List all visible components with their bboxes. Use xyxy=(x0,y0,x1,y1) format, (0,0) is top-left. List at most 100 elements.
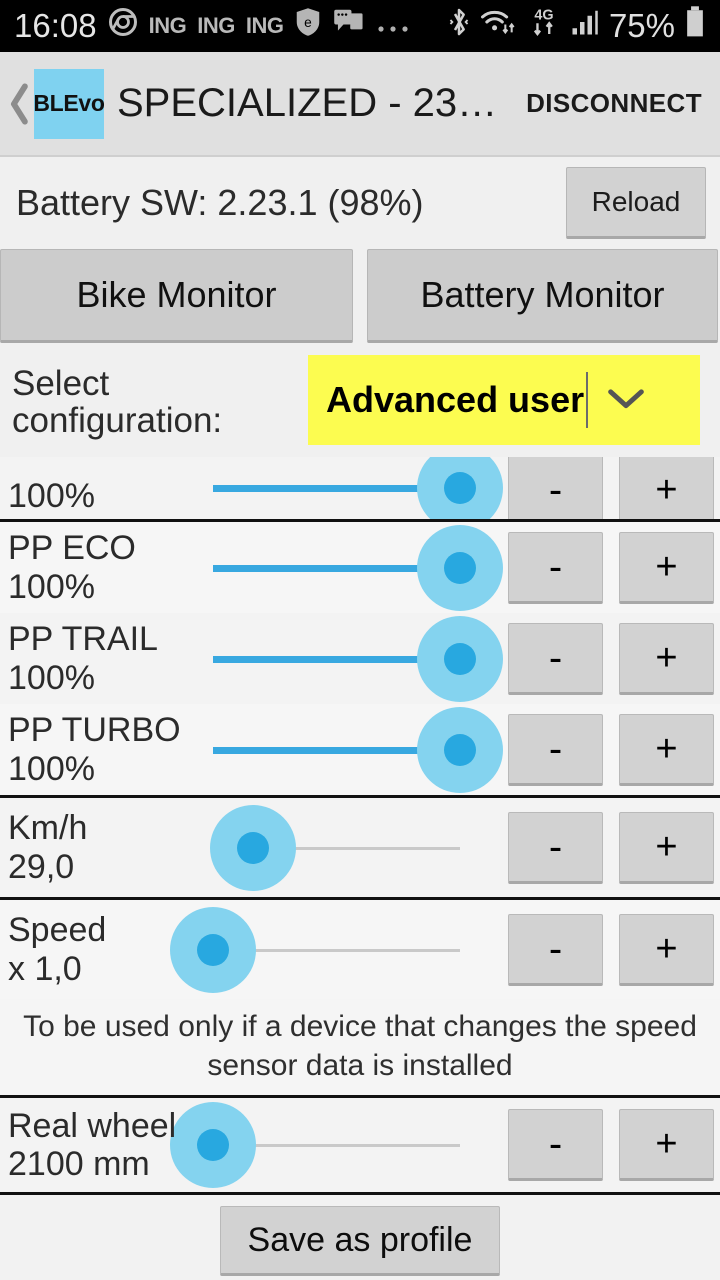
slider[interactable] xyxy=(205,704,503,795)
svg-text:4G: 4G xyxy=(534,7,553,23)
increment-button[interactable]: + xyxy=(619,622,714,695)
reload-button[interactable]: Reload xyxy=(566,167,706,239)
slider[interactable] xyxy=(205,798,490,897)
slider-row-value: x 1,0 xyxy=(8,949,82,988)
slider-row-value: 2100 mm xyxy=(8,1145,150,1183)
slider[interactable] xyxy=(170,1098,490,1192)
stepper-buttons: - + xyxy=(508,713,720,786)
slider-row-name: PP TRAIL xyxy=(8,620,158,659)
bluetooth-icon xyxy=(447,6,471,46)
status-bar-right: 4G 75% xyxy=(447,5,706,47)
ing-badge: ING xyxy=(245,13,284,38)
slider-row: PP ECO 100% - + xyxy=(0,522,720,613)
footer: Save as profile xyxy=(0,1195,720,1280)
decrement-button[interactable]: - xyxy=(508,713,603,786)
select-configuration-row: Select configuration: Advanced user xyxy=(0,347,720,457)
increment-button[interactable]: + xyxy=(619,913,714,986)
decrement-button[interactable]: - xyxy=(508,1109,603,1181)
increment-button[interactable]: + xyxy=(619,811,714,884)
overflow-dots-icon xyxy=(376,9,410,43)
monitor-button-row: Bike Monitor Battery Monitor xyxy=(0,249,720,347)
blevo-logo[interactable]: BLEvo xyxy=(33,68,105,139)
slider-row-labels: PP TRAIL 100% xyxy=(0,620,205,696)
battery-percent-label: 75% xyxy=(608,7,675,44)
increment-button[interactable]: + xyxy=(619,1109,714,1181)
slider-thumb[interactable] xyxy=(444,472,476,504)
decrement-button[interactable]: - xyxy=(508,622,603,695)
signal-bars-icon xyxy=(570,7,600,45)
back-icon[interactable] xyxy=(6,82,32,126)
increment-button[interactable]: + xyxy=(619,457,714,519)
battery-icon xyxy=(684,5,706,47)
slider[interactable] xyxy=(205,613,503,704)
slider-thumb[interactable] xyxy=(444,551,476,584)
real-wheel-row-host: Real wheel 2100 mm - + xyxy=(0,1095,720,1192)
decrement-button[interactable]: - xyxy=(508,913,603,986)
slider[interactable] xyxy=(170,900,490,999)
stepper-buttons: - + xyxy=(508,531,720,604)
configuration-dropdown[interactable]: Advanced user xyxy=(308,355,700,445)
decrement-button[interactable]: - xyxy=(508,811,603,884)
slider-row: PP TURBO 100% - + xyxy=(0,704,720,795)
slider-row: PP TRAIL 100% - + xyxy=(0,613,720,704)
slider-row-value: 100% xyxy=(8,567,95,606)
blevo-logo-text: BLEvo xyxy=(33,90,105,116)
battery-monitor-button[interactable]: Battery Monitor xyxy=(367,249,718,343)
chrome-icon xyxy=(108,7,138,45)
slider-row-value: 100% xyxy=(8,476,95,515)
slider-row-labels: Real wheel 2100 mm xyxy=(0,1107,205,1183)
stepper-buttons: - + xyxy=(508,913,720,986)
settings-slider-list: 100% - + PP ECO 100% - + PP TRAIL 100% - + PP TURBO… xyxy=(0,457,720,999)
slider[interactable] xyxy=(205,522,503,613)
mobile-data-4g-icon: 4G xyxy=(527,5,561,47)
slider-row-labels: Km/h 29,0 xyxy=(0,809,205,885)
slider[interactable] xyxy=(205,457,503,519)
config-label-line2: configuration: xyxy=(12,401,223,440)
chat-icon xyxy=(333,7,365,45)
config-label-line1: Select xyxy=(12,363,110,403)
slider-row: Real wheel 2100 mm - + xyxy=(0,1098,720,1192)
slider-thumb[interactable] xyxy=(444,733,476,766)
status-bar-left: 16:08 ING ING ING e xyxy=(14,7,410,45)
select-configuration-label: Select configuration: xyxy=(12,363,302,440)
decrement-button[interactable]: - xyxy=(508,457,603,519)
slider-row-name: Real wheel xyxy=(8,1106,177,1145)
slider-thumb[interactable] xyxy=(236,831,269,864)
status-clock: 16:08 xyxy=(14,7,97,44)
increment-button[interactable]: + xyxy=(619,713,714,786)
stepper-buttons: - + xyxy=(508,811,720,884)
slider-row-labels: PP TURBO 100% xyxy=(0,711,205,787)
slider-row-value: 100% xyxy=(8,658,95,697)
svg-text:e: e xyxy=(305,15,313,30)
save-as-profile-button[interactable]: Save as profile xyxy=(220,1206,500,1276)
slider-row: Speed x 1,0 - + xyxy=(0,900,720,999)
battery-sw-label: Battery SW: 2.23.1 (98%) xyxy=(16,182,424,223)
ing-badge: ING xyxy=(197,13,235,38)
disconnect-button[interactable]: DISCONNECT xyxy=(526,88,702,119)
decrement-button[interactable]: - xyxy=(508,531,603,604)
ing-badge: ING xyxy=(148,13,187,38)
configuration-selected-value: Advanced user xyxy=(326,379,585,420)
slider-row: Km/h 29,0 - + xyxy=(0,798,720,897)
increment-button[interactable]: + xyxy=(619,531,714,604)
dropdown-separator xyxy=(586,372,589,428)
slider-row-name: PP TURBO xyxy=(8,711,181,750)
slider-row: 100% - + xyxy=(0,457,720,519)
wifi-icon xyxy=(480,6,518,46)
stepper-buttons: - + xyxy=(508,457,720,519)
slider-row-value: 29,0 xyxy=(8,847,75,886)
bike-monitor-button[interactable]: Bike Monitor xyxy=(0,249,353,343)
stepper-buttons: - + xyxy=(508,1109,720,1181)
battery-sw-row: Battery SW: 2.23.1 (98%) Reload xyxy=(0,157,720,249)
status-bar: 16:08 ING ING ING e 4G 75% xyxy=(0,0,720,52)
page-title: SPECIALIZED - 23… xyxy=(117,81,498,125)
chevron-down-icon[interactable] xyxy=(606,385,646,416)
slider-row-value: 100% xyxy=(8,749,95,788)
slider-row-labels: Speed x 1,0 xyxy=(0,911,205,987)
slider-row-name: PP ECO xyxy=(8,529,136,568)
slider-row-name: Speed xyxy=(8,911,107,950)
app-bar: BLEvo SPECIALIZED - 23… DISCONNECT xyxy=(0,52,720,157)
slider-row-labels: PP ECO 100% xyxy=(0,529,205,605)
stepper-buttons: - + xyxy=(508,622,720,695)
slider-thumb[interactable] xyxy=(444,642,476,675)
